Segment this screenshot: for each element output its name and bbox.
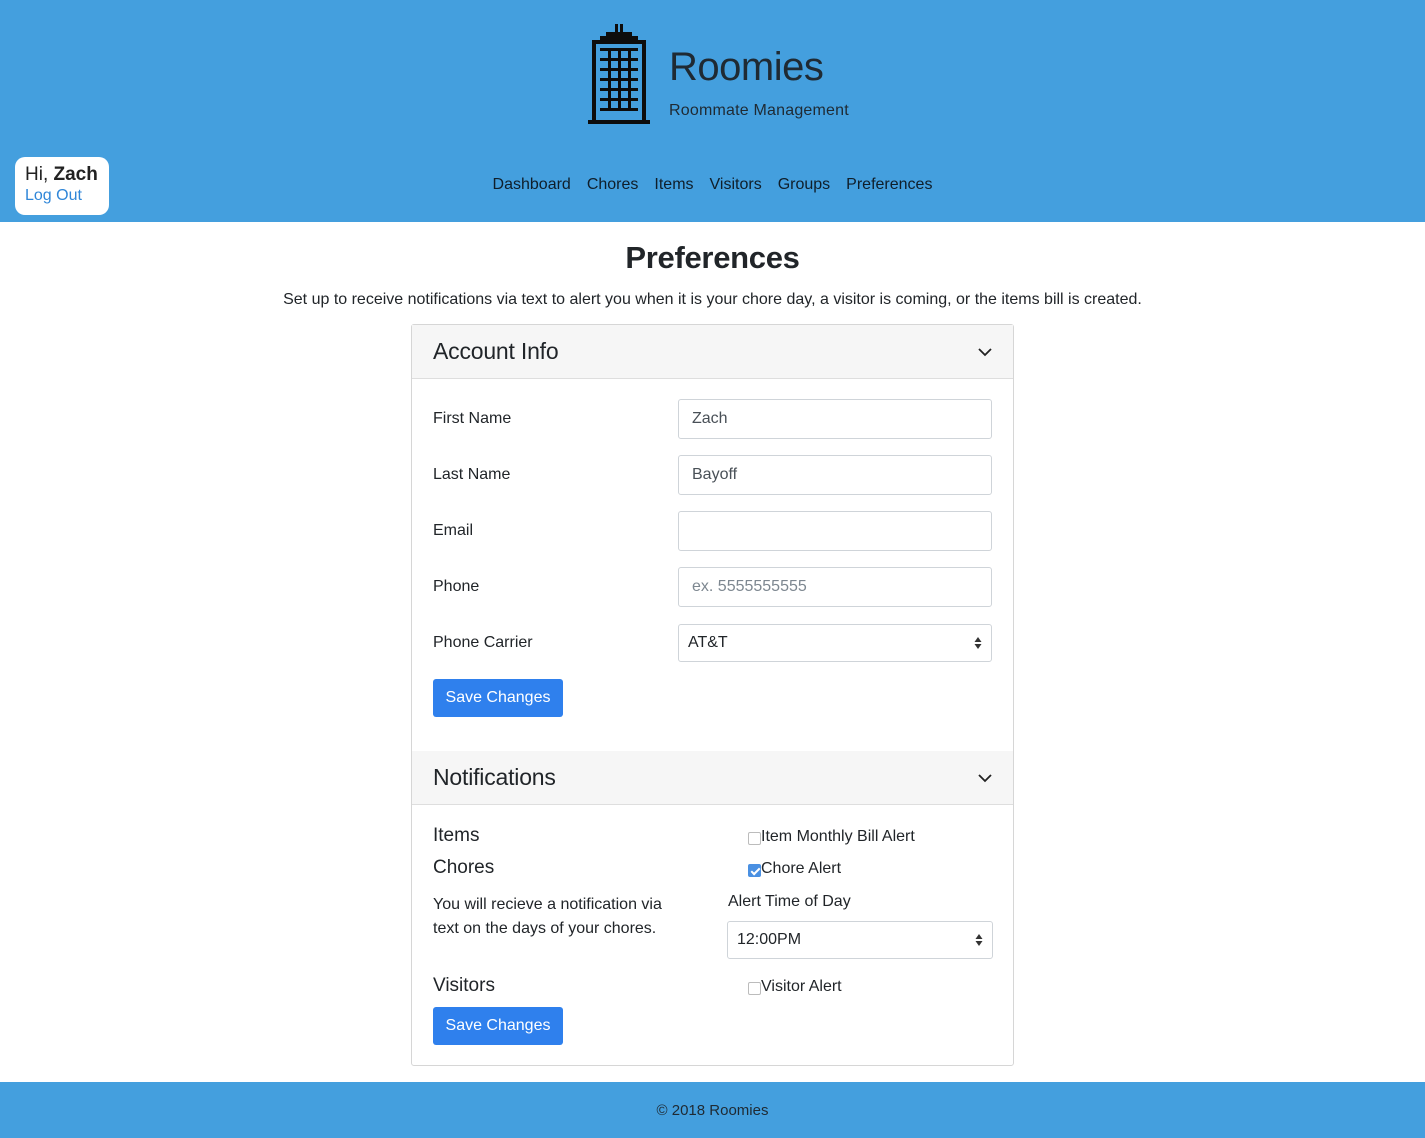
phone-carrier-label: Phone Carrier (433, 634, 533, 651)
checkbox-checked-icon[interactable] (748, 863, 761, 877)
alert-time-label: Alert Time of Day (728, 893, 851, 910)
notifications-header[interactable]: Notifications (412, 751, 1013, 805)
footer-copyright: © 2018 Roomies (656, 1101, 769, 1119)
account-info-heading: Account Info (433, 338, 559, 364)
page-title: Preferences (625, 240, 800, 275)
checkbox-unchecked-icon[interactable] (748, 981, 761, 995)
phone-row: Phone (433, 567, 992, 607)
alert-time-select[interactable]: 12:00PM (727, 921, 993, 959)
main-nav: Dashboard Chores Items Visitors Groups P… (0, 176, 1425, 194)
phone-carrier-select[interactable]: AT&T (678, 624, 992, 662)
email-label: Email (433, 522, 474, 539)
nav-dashboard[interactable]: Dashboard (493, 176, 571, 194)
phone-input[interactable] (678, 567, 992, 607)
nav-visitors[interactable]: Visitors (710, 176, 762, 194)
chores-description: You will recieve a notification via text… (433, 896, 662, 937)
nav-preferences[interactable]: Preferences (846, 176, 932, 194)
site-footer: © 2018 Roomies (0, 1082, 1425, 1138)
items-label: Items (433, 825, 480, 846)
page-description: Set up to receive notifications via text… (283, 291, 1142, 308)
last-name-row: Last Name (433, 455, 992, 495)
phone-carrier-row: Phone Carrier AT&T (433, 623, 992, 663)
brand[interactable]: Roomies Roommate Management (588, 22, 849, 126)
email-row: Email (433, 511, 992, 551)
phone-label: Phone (433, 578, 480, 595)
last-name-label: Last Name (433, 466, 511, 483)
account-info-header[interactable]: Account Info (412, 325, 1013, 379)
last-name-input[interactable] (678, 455, 992, 495)
alert-time-value: 12:00PM (737, 931, 802, 948)
save-account-button[interactable]: Save Changes (433, 679, 563, 717)
brand-title: Roomies (669, 45, 824, 89)
visitor-alert-label: Visitor Alert (761, 978, 842, 995)
nav-chores[interactable]: Chores (587, 176, 639, 194)
preferences-card: Account Info First Name Last Name Email … (411, 324, 1014, 1066)
chevron-down-icon[interactable] (977, 344, 993, 360)
chore-alert-label: Chore Alert (761, 860, 842, 877)
visitors-label: Visitors (433, 975, 495, 996)
building-icon (588, 24, 650, 124)
site-header: Roomies Roommate Management Hi, Zach Log… (0, 0, 1425, 222)
email-input[interactable] (678, 511, 992, 551)
select-arrows-icon (975, 934, 983, 946)
chevron-down-icon[interactable] (977, 770, 993, 786)
nav-items[interactable]: Items (654, 176, 693, 194)
first-name-label: First Name (433, 410, 512, 427)
brand-subtitle: Roommate Management (669, 102, 849, 119)
nav-groups[interactable]: Groups (778, 176, 830, 194)
item-bill-alert-checkbox[interactable]: Item Monthly Bill Alert (748, 828, 915, 846)
save-notifications-button[interactable]: Save Changes (433, 1007, 563, 1045)
account-info-form: First Name Last Name Email Phone Phone C… (412, 379, 1013, 751)
notifications-heading: Notifications (433, 764, 556, 790)
first-name-row: First Name (433, 399, 992, 439)
first-name-input[interactable] (678, 399, 992, 439)
chore-alert-checkbox[interactable]: Chore Alert (748, 860, 841, 878)
checkbox-unchecked-icon[interactable] (748, 831, 761, 845)
item-bill-alert-label: Item Monthly Bill Alert (761, 828, 915, 845)
chores-label: Chores (433, 857, 495, 878)
select-arrows-icon (974, 637, 982, 649)
visitor-alert-checkbox[interactable]: Visitor Alert (748, 978, 842, 996)
phone-carrier-value: AT&T (688, 634, 728, 651)
